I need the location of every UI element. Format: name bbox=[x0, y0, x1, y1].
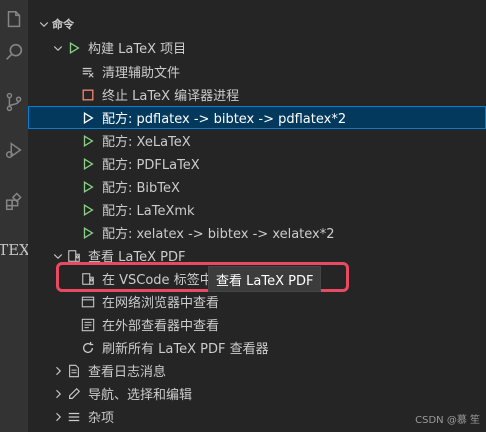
tooltip: 查看 LaTeX PDF bbox=[208, 266, 322, 292]
section-title: 命令 bbox=[52, 17, 74, 31]
tree-item-label: 配方: XeLaTeX bbox=[102, 135, 191, 150]
tree-item-label: 终止 LaTeX 编译器进程 bbox=[102, 89, 240, 104]
external-viewer-icon bbox=[80, 317, 96, 333]
tree-item-label: 在网络浏览器中查看 bbox=[102, 296, 220, 311]
tree-item-view-log[interactable]: 查看日志消息 bbox=[28, 359, 486, 382]
activity-bar: TEX bbox=[0, 0, 30, 432]
tree-item-label: 配方: BibTeX bbox=[102, 181, 180, 196]
tree-item-recipe[interactable]: 配方: PDFLaTeX bbox=[28, 152, 486, 175]
play-icon bbox=[66, 40, 82, 56]
play-icon bbox=[80, 225, 96, 241]
edit-icon bbox=[66, 386, 82, 402]
tree-item-recipe[interactable]: 配方: BibTeX bbox=[28, 175, 486, 198]
tree-item-recipe[interactable]: 配方: LaTeXmk bbox=[28, 198, 486, 221]
stop-icon bbox=[80, 87, 96, 103]
refresh-icon bbox=[80, 340, 96, 356]
tree-item-label: 配方: pdflatex -> bibtex -> pdflatex*2 bbox=[102, 112, 347, 127]
search-icon[interactable] bbox=[0, 34, 28, 70]
watermark: CSDN @慕 笙 bbox=[415, 415, 480, 426]
extensions-icon[interactable] bbox=[0, 184, 28, 220]
chevron-right-icon bbox=[50, 363, 66, 379]
tree-item-label: 配方: xelatex -> bibtex -> xelatex*2 bbox=[102, 227, 335, 242]
tree-item-label: 导航、选择和编辑 bbox=[88, 388, 193, 403]
tree-item-terminate[interactable]: 终止 LaTeX 编译器进程 bbox=[28, 83, 486, 106]
tree-item-label: 配方: PDFLaTeX bbox=[102, 158, 200, 173]
source-control-icon[interactable] bbox=[0, 84, 28, 120]
play-icon bbox=[80, 133, 96, 149]
run-debug-icon[interactable] bbox=[0, 132, 28, 168]
play-icon bbox=[80, 110, 96, 126]
menu-lines-icon bbox=[66, 409, 82, 425]
tree-item-recipe[interactable]: 配方: pdflatex -> bibtex -> pdflatex*2 bbox=[28, 106, 486, 129]
tree-item-recipe[interactable]: 配方: XeLaTeX bbox=[28, 129, 486, 152]
play-icon bbox=[80, 202, 96, 218]
tree-item-recipe[interactable]: 配方: xelatex -> bibtex -> xelatex*2 bbox=[28, 221, 486, 244]
tree-item-label: 杂项 bbox=[88, 411, 115, 426]
tree-item-label: 构建 LaTeX 项目 bbox=[88, 42, 187, 57]
tree-item-refresh-viewers[interactable]: 刷新所有 LaTeX PDF 查看器 bbox=[28, 336, 486, 359]
chevron-down-icon bbox=[50, 40, 66, 56]
tree-item-label: 在外部查看器中查看 bbox=[102, 319, 220, 334]
tree-item-navigate[interactable]: 导航、选择和编辑 bbox=[28, 382, 486, 405]
chevron-down-icon bbox=[36, 16, 52, 32]
chevron-right-icon bbox=[50, 409, 66, 425]
tree-item-build-project[interactable]: 构建 LaTeX 项目 bbox=[28, 36, 486, 59]
play-icon bbox=[80, 179, 96, 195]
explorer-icon[interactable] bbox=[0, 2, 28, 38]
output-log-icon bbox=[66, 363, 82, 379]
play-icon bbox=[80, 156, 96, 172]
tex-workshop-icon[interactable]: TEX bbox=[0, 232, 30, 268]
tree-item-label: 刷新所有 LaTeX PDF 查看器 bbox=[102, 342, 269, 357]
tree-item-view-external[interactable]: 在外部查看器中查看 bbox=[28, 313, 486, 336]
tree-item-label: 配方: LaTeXmk bbox=[102, 204, 195, 219]
chevron-right-icon bbox=[50, 386, 66, 402]
commands-section-header[interactable]: 命令 bbox=[28, 12, 486, 35]
tree-item-view-in-browser[interactable]: 在网络浏览器中查看 bbox=[28, 290, 486, 313]
tree-item-label: 查看日志消息 bbox=[88, 365, 167, 380]
browser-icon bbox=[80, 294, 96, 310]
side-bar: 命令 构建 LaTeX 项目 清理辅助文件 终止 LaTeX 编译器进程 配方:… bbox=[28, 0, 486, 432]
tree-item-label: 清理辅助文件 bbox=[102, 66, 181, 81]
clear-all-icon bbox=[80, 64, 96, 80]
tree-item-clean-aux[interactable]: 清理辅助文件 bbox=[28, 60, 486, 83]
